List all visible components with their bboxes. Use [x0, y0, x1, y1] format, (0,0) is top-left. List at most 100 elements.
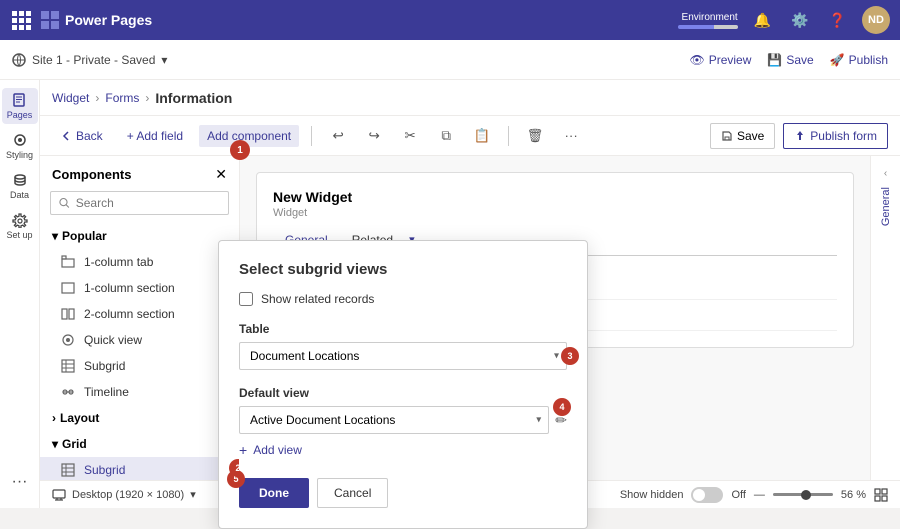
publish-icon-sm [794, 130, 806, 142]
sidebar-item-styling[interactable]: Styling [2, 128, 38, 164]
section-popular[interactable]: ▾ Popular [40, 223, 239, 249]
grid-settings-icon[interactable] [874, 488, 888, 502]
waffle-icon[interactable] [10, 9, 33, 32]
default-view-label: Default view [239, 386, 567, 400]
publish-button-top[interactable]: 🚀 Publish [830, 53, 888, 67]
help-icon[interactable]: ❓ [825, 8, 850, 33]
desktop-dropdown-icon[interactable]: ▾ [190, 488, 196, 501]
preview-icon: 👁 [689, 53, 704, 67]
save-form-button[interactable]: Save [710, 123, 775, 149]
sidebar-item-setup[interactable]: Set up [2, 208, 38, 244]
comp-quick-view[interactable]: Quick view [40, 327, 239, 353]
right-panel: ‹ General [870, 156, 900, 480]
dropdown-arrow[interactable]: ▾ [161, 53, 167, 67]
comp-1col-tab[interactable]: 1-column tab [40, 249, 239, 275]
notification-icon[interactable]: 🔔 [750, 8, 775, 33]
table-field-label: Table [239, 322, 567, 336]
bc-sep-1: › [95, 91, 99, 105]
copy-button[interactable]: ⧉ [432, 122, 460, 150]
back-button[interactable]: Back [52, 125, 111, 147]
more-button[interactable]: ··· [557, 122, 585, 150]
breadcrumb: Widget › Forms › Information 1 [40, 80, 900, 116]
comp-subgrid-grid[interactable]: Subgrid 2 [40, 457, 239, 480]
second-bar-right: 👁 Preview 💾 Save 🚀 Publish [689, 53, 888, 67]
default-view-select-wrapper: Active Document Locations ▾ [239, 406, 549, 434]
logo-icon [41, 11, 59, 29]
table-select-wrapper: Document Locations ▾ 3 [239, 342, 567, 370]
save-button-top[interactable]: 💾 Save [767, 53, 813, 67]
toolbar-right: Save Publish form [710, 123, 888, 149]
bottom-left: Desktop (1920 × 1080) ▾ [52, 488, 196, 502]
app-sidebar: Pages Styling Data Set up ··· [0, 80, 40, 508]
badge-3: 3 [561, 347, 579, 365]
add-component-button[interactable]: Add component [199, 125, 299, 147]
redo-button[interactable]: ↪ [360, 122, 388, 150]
site-info: Site 1 - Private - Saved ▾ [12, 53, 167, 67]
breadcrumb-forms[interactable]: Forms [105, 91, 139, 105]
settings-icon[interactable]: ⚙️ [787, 8, 812, 33]
chevron-down-icon: ▾ [52, 229, 58, 243]
desktop-resolution: Desktop (1920 × 1080) [72, 489, 184, 501]
sidebar-item-data[interactable]: Data [2, 168, 38, 204]
avatar[interactable]: ND [862, 6, 890, 34]
toolbar-divider-2 [508, 126, 509, 146]
default-view-select[interactable]: Active Document Locations [239, 406, 549, 434]
show-related-checkbox[interactable] [239, 292, 253, 306]
comp-timeline[interactable]: Timeline [40, 379, 239, 405]
toolbar-bar: Back + Add field Add component ↩ ↪ ✂ ⧉ 📋… [40, 116, 900, 156]
env-bar [678, 25, 738, 29]
delete-button[interactable]: 🗑 [521, 122, 549, 150]
table-select[interactable]: Document Locations [239, 342, 567, 370]
dialog-buttons: 5 Done Cancel [239, 478, 567, 508]
site-icon [12, 53, 26, 67]
section-grid[interactable]: ▾ Grid [40, 431, 239, 457]
tab-icon [60, 254, 76, 270]
section-1col-icon [60, 280, 76, 296]
save-icon-sm [721, 130, 733, 142]
paste-button[interactable]: 📋 [468, 122, 496, 150]
panel-header: Components ✕ [40, 156, 239, 191]
styling-icon [12, 132, 28, 148]
app-title: Power Pages [41, 11, 152, 29]
search-icon [59, 197, 70, 209]
breadcrumb-current: Information [155, 90, 232, 106]
toggle-thumb [693, 489, 705, 501]
search-input[interactable] [76, 196, 220, 210]
components-panel: Components ✕ ▾ Popular 1-column tab 1-co… [40, 156, 240, 480]
subgrid-popular-icon [60, 358, 76, 374]
sidebar-item-pages[interactable]: Pages [2, 88, 38, 124]
quick-view-icon [60, 332, 76, 348]
back-icon [60, 130, 72, 142]
save-icon: 💾 [767, 53, 782, 67]
sidebar-more-button[interactable]: ··· [2, 464, 38, 500]
badge-2: 2 [229, 459, 240, 477]
environment-label: Environment [678, 12, 738, 29]
badge-1: 1 [230, 140, 250, 160]
dialog-title: Select subgrid views [239, 261, 567, 278]
done-button[interactable]: Done [239, 478, 309, 508]
add-icon: + [239, 442, 247, 458]
section-layout[interactable]: › Layout [40, 405, 239, 431]
add-view-button[interactable]: + Add view [239, 442, 567, 458]
preview-button[interactable]: 👁 Preview [689, 53, 751, 67]
general-panel-label[interactable]: General [880, 187, 892, 226]
zoom-level: 56 % [841, 489, 866, 501]
close-panel-button[interactable]: ✕ [215, 166, 227, 183]
comp-subgrid-popular[interactable]: Subgrid [40, 353, 239, 379]
undo-button[interactable]: ↩ [324, 122, 352, 150]
show-hidden-label: Show hidden [620, 489, 684, 501]
breadcrumb-widget[interactable]: Widget [52, 91, 89, 105]
expand-left-icon[interactable]: ‹ [884, 168, 887, 179]
minus-icon: — [754, 489, 765, 501]
publish-form-button[interactable]: Publish form [783, 123, 888, 149]
comp-2col-section[interactable]: 2-column section [40, 301, 239, 327]
add-field-button[interactable]: + Add field [119, 125, 191, 147]
publish-icon: 🚀 [830, 53, 845, 67]
top-bar-left: Power Pages [10, 9, 152, 32]
bc-sep-2: › [145, 91, 149, 105]
zoom-slider[interactable] [773, 493, 833, 496]
cancel-button[interactable]: Cancel [317, 478, 388, 508]
show-hidden-toggle[interactable] [691, 487, 723, 503]
comp-1col-section[interactable]: 1-column section [40, 275, 239, 301]
cut-button[interactable]: ✂ [396, 122, 424, 150]
